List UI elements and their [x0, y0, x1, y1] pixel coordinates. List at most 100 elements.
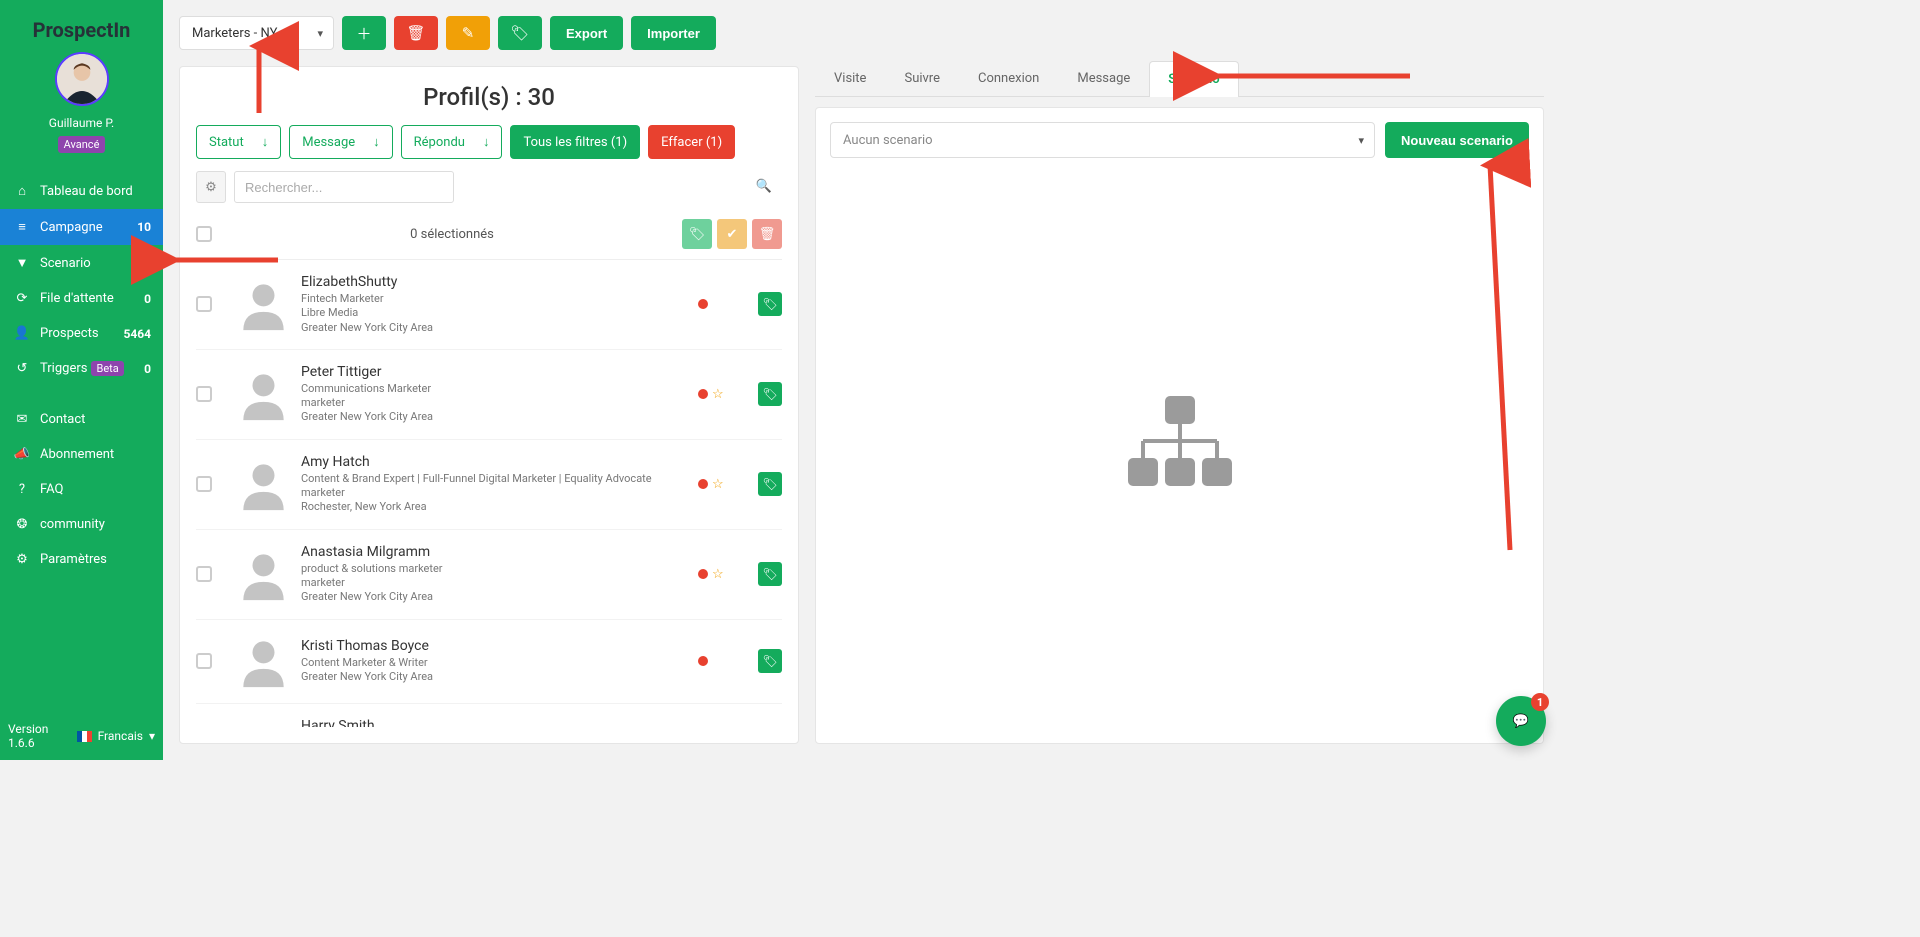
profile-company: marketer — [301, 576, 688, 590]
search-icon: 🔍 — [756, 179, 772, 194]
profile-info: Kristi Thomas BoyceContent Marketer & Wr… — [301, 638, 688, 685]
row-checkbox[interactable] — [196, 296, 212, 312]
profile-info: Anastasia Milgrammproduct & solutions ma… — [301, 544, 688, 605]
flag-icon — [77, 731, 91, 742]
gear-icon: ⚙ — [205, 180, 217, 195]
nav-scenario[interactable]: ▼Scenario0 — [0, 245, 163, 281]
search-input[interactable] — [234, 171, 454, 203]
profile-location: Rochester, New York Area — [301, 500, 688, 514]
nav-settings[interactable]: ⚙Paramètres — [0, 542, 163, 577]
profile-row[interactable]: Peter TittigerCommunications Marketermar… — [196, 350, 782, 440]
row-status — [698, 656, 748, 666]
row-status: ☆ — [698, 477, 748, 492]
profile-row[interactable]: Kristi Thomas BoyceContent Marketer & Wr… — [196, 620, 782, 704]
nav-faq[interactable]: ?FAQ — [0, 472, 163, 507]
add-button[interactable]: ＋ — [342, 16, 386, 50]
sidebar: ProspectIn Guillaume P. Avancé ⌂Tableau … — [0, 0, 163, 760]
edit-button[interactable]: ✎ — [446, 16, 490, 50]
tab-suivre[interactable]: Suivre — [885, 60, 959, 96]
person-icon — [236, 277, 291, 332]
bulk-tag-button[interactable]: 🏷 — [682, 219, 712, 249]
row-tag-button[interactable]: 🏷 — [758, 562, 782, 586]
nav-community[interactable]: ❂community — [0, 507, 163, 542]
envelope-icon: ✉ — [12, 412, 32, 427]
select-all-checkbox[interactable] — [196, 226, 212, 242]
tag-icon: 🏷 — [762, 387, 777, 401]
star-icon: ☆ — [712, 567, 724, 582]
profiles-title: Profil(s) : 30 — [196, 83, 782, 111]
campaign-select[interactable]: Marketers - NY — [179, 16, 334, 50]
chat-badge: 1 — [1531, 693, 1549, 711]
nav-abonnement[interactable]: 📣Abonnement — [0, 437, 163, 472]
globe-icon: ❂ — [12, 517, 32, 532]
scenario-select[interactable]: Aucun scenario — [830, 122, 1375, 158]
bulk-delete-button[interactable]: 🗑 — [752, 219, 782, 249]
nav-triggers[interactable]: ↺TriggersBeta0 — [0, 351, 163, 386]
profile-location: Greater New York City Area — [301, 321, 688, 335]
status-dot-icon — [698, 479, 708, 489]
settings-button[interactable]: ⚙ — [196, 171, 226, 203]
row-checkbox[interactable] — [196, 386, 212, 402]
plus-icon: ＋ — [356, 23, 371, 44]
profile-info: Harry SmithSales Marketer Manger/Busines… — [301, 718, 688, 727]
row-checkbox[interactable] — [196, 476, 212, 492]
import-button[interactable]: Importer — [631, 16, 716, 50]
profile-location: Greater New York City Area — [301, 410, 688, 424]
profile-info: Amy HatchContent & Brand Expert | Full-F… — [301, 454, 688, 515]
row-checkbox[interactable] — [196, 653, 212, 669]
nav-contact[interactable]: ✉Contact — [0, 402, 163, 437]
tag-button[interactable]: 🏷 — [498, 16, 542, 50]
bulk-approve-button[interactable]: ✔ — [717, 219, 747, 249]
nav-queue[interactable]: ⟳File d'attente0 — [0, 281, 163, 316]
filter-message[interactable]: Message↓ — [289, 125, 392, 159]
row-tag-button[interactable]: 🏷 — [758, 649, 782, 673]
nav-prospects[interactable]: 👤Prospects5464 — [0, 316, 163, 351]
nav-dashboard[interactable]: ⌂Tableau de bord — [0, 173, 163, 209]
user-avatar[interactable] — [55, 52, 109, 106]
tab-message[interactable]: Message — [1058, 60, 1149, 96]
home-icon: ⌂ — [12, 183, 32, 199]
row-tag-button[interactable]: 🏷 — [758, 472, 782, 496]
nav-campagne[interactable]: ≡Campagne10 — [0, 209, 163, 245]
new-scenario-button[interactable]: Nouveau scenario — [1385, 122, 1529, 158]
selection-count: 0 sélectionnés — [222, 227, 682, 242]
export-button[interactable]: Export — [550, 16, 623, 50]
profile-row[interactable]: Harry SmithSales Marketer Manger/Busines… — [196, 704, 782, 727]
tab-scenario[interactable]: Scenario — [1149, 61, 1238, 97]
tag-icon: 🏷 — [762, 477, 777, 491]
trash-icon: 🗑 — [759, 226, 776, 242]
sidebar-footer[interactable]: Version 1.6.6 Francais ▾ — [0, 712, 163, 760]
star-icon: ☆ — [712, 477, 724, 492]
filter-statut[interactable]: Statut↓ — [196, 125, 281, 159]
filter-all[interactable]: Tous les filtres (1) — [510, 125, 640, 159]
scenario-panel: Aucun scenario Nouveau scenario — [815, 107, 1544, 744]
chevron-down-icon: ↓ — [373, 134, 380, 150]
filter-clear[interactable]: Effacer (1) — [648, 125, 735, 159]
profile-name: Anastasia Milgramm — [301, 544, 688, 560]
tab-visite[interactable]: Visite — [815, 60, 885, 96]
profile-title: Communications Marketer — [301, 382, 688, 396]
toolbar: Marketers - NY ＋ 🗑 ✎ 🏷 Export Importer — [179, 16, 799, 50]
row-status: ☆ — [698, 567, 748, 582]
profile-company: Libre Media — [301, 306, 688, 320]
filter-repondu[interactable]: Répondu↓ — [401, 125, 503, 159]
question-icon: ? — [12, 482, 32, 497]
main-area: Marketers - NY ＋ 🗑 ✎ 🏷 Export Importer P… — [163, 0, 1560, 760]
history-icon: ↺ — [12, 361, 32, 376]
profile-row[interactable]: ElizabethShuttyFintech MarketerLibre Med… — [196, 260, 782, 350]
profile-name: Amy Hatch — [301, 454, 688, 470]
bars-icon: ≡ — [12, 219, 32, 235]
profile-row[interactable]: Anastasia Milgrammproduct & solutions ma… — [196, 530, 782, 620]
tag-icon: 🏷 — [762, 567, 777, 581]
row-checkbox[interactable] — [196, 566, 212, 582]
chat-button[interactable]: 💬 1 — [1496, 696, 1546, 746]
user-level-badge: Avancé — [58, 136, 106, 153]
row-tag-button[interactable]: 🏷 — [758, 292, 782, 316]
tab-connexion[interactable]: Connexion — [959, 60, 1058, 96]
person-icon — [236, 367, 291, 422]
row-tag-button[interactable]: 🏷 — [758, 382, 782, 406]
profile-info: Peter TittigerCommunications Marketermar… — [301, 364, 688, 425]
profile-name: Peter Tittiger — [301, 364, 688, 380]
delete-button[interactable]: 🗑 — [394, 16, 438, 50]
profile-row[interactable]: Amy HatchContent & Brand Expert | Full-F… — [196, 440, 782, 530]
